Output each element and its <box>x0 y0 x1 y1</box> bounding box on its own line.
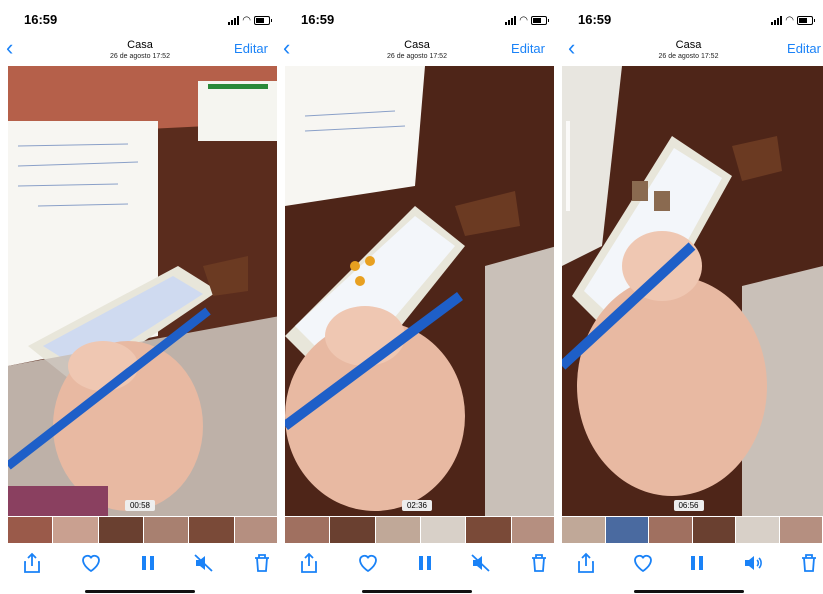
scrubber-thumbnail <box>189 517 235 543</box>
album-title: Casa <box>675 39 702 51</box>
scrubber-thumbnail <box>143 517 190 543</box>
status-icons: ◠ <box>771 14 815 26</box>
status-icons: ◠ <box>505 14 549 26</box>
video-frame[interactable] <box>562 66 823 516</box>
wifi-icon: ◠ <box>519 14 528 26</box>
signal-icon <box>228 15 240 25</box>
nav-bar: ‹ Casa 26 de agosto 17:52 Editar <box>0 36 280 66</box>
edit-button[interactable]: Editar <box>234 41 268 56</box>
pause-icon[interactable] <box>136 551 160 575</box>
toolbar <box>0 545 280 581</box>
scrubber-thumbnail <box>511 517 557 543</box>
scrubber-thumbnail <box>375 517 421 543</box>
nav-bar: ‹ Casa 26 de agosto 17:52 Editar <box>277 36 557 66</box>
home-indicator <box>362 590 472 593</box>
speaker-muted-icon[interactable] <box>192 551 216 575</box>
battery-icon <box>797 15 815 25</box>
scrubber-thumbnail <box>8 517 54 543</box>
toolbar <box>554 545 823 581</box>
trash-icon[interactable] <box>527 551 551 575</box>
speaker-muted-icon[interactable] <box>469 551 493 575</box>
wifi-icon: ◠ <box>242 14 251 26</box>
scrubber-thumbnail <box>330 517 376 543</box>
video-viewer-panel-3: 16:59 ◠ ‹ Casa 26 de agosto 17:52 Editar <box>554 0 823 594</box>
speaker-on-icon[interactable] <box>741 551 765 575</box>
video-viewer-panel-1: 16:59 ◠ ‹ Casa 26 de agosto 17:52 Editar <box>0 0 280 594</box>
scrubber-thumbnail <box>234 517 280 543</box>
status-time: 16:59 <box>578 12 612 27</box>
date-subtitle: 26 de agosto 17:52 <box>658 53 719 60</box>
share-icon[interactable] <box>297 551 321 575</box>
home-indicator <box>633 590 744 593</box>
scrubber-thumbnail <box>649 517 693 543</box>
home-indicator <box>85 590 195 593</box>
scrubber-thumbnail <box>98 517 144 543</box>
video-frame[interactable] <box>285 66 557 516</box>
trash-icon[interactable] <box>250 551 274 575</box>
scrubber-thumbnail <box>779 517 823 543</box>
scrubber-thumbnail <box>285 517 331 543</box>
scrubber-thumbnail <box>420 517 467 543</box>
toolbar <box>277 545 557 581</box>
edit-button[interactable]: Editar <box>787 41 821 56</box>
header-title-group: Casa 26 de agosto 17:52 <box>554 40 823 62</box>
scrubber-thumbnail <box>736 517 780 543</box>
status-time: 16:59 <box>301 12 335 27</box>
video-timestamp: 06:56 <box>673 500 704 511</box>
edit-button[interactable]: Editar <box>511 41 545 56</box>
wifi-icon: ◠ <box>785 14 794 26</box>
status-icons: ◠ <box>228 14 272 26</box>
share-icon[interactable] <box>574 551 598 575</box>
video-viewer-panel-2: 16:59 ◠ ‹ Casa 26 de agosto 17:52 Editar <box>277 0 557 594</box>
scrubber-thumbnail <box>562 517 606 543</box>
video-timestamp: 02:36 <box>401 500 433 511</box>
pause-icon[interactable] <box>413 551 437 575</box>
status-time: 16:59 <box>24 12 58 27</box>
heart-icon[interactable] <box>79 551 103 575</box>
video-scrubber[interactable] <box>562 517 823 543</box>
heart-icon[interactable] <box>356 551 380 575</box>
scrubber-thumbnail <box>466 517 512 543</box>
signal-icon <box>505 15 517 25</box>
share-icon[interactable] <box>20 551 44 575</box>
video-timestamp: 00:58 <box>124 500 156 511</box>
heart-icon[interactable] <box>631 551 655 575</box>
scrubber-thumbnail <box>605 517 649 543</box>
battery-icon <box>254 15 272 25</box>
pause-icon[interactable] <box>685 551 709 575</box>
video-scrubber[interactable] <box>285 517 557 543</box>
trash-icon[interactable] <box>797 551 821 575</box>
signal-icon <box>771 15 783 25</box>
battery-icon <box>531 15 549 25</box>
video-scrubber[interactable] <box>8 517 280 543</box>
nav-bar: ‹ Casa 26 de agosto 17:52 Editar <box>554 36 823 66</box>
scrubber-thumbnail <box>692 517 736 543</box>
scrubber-thumbnail <box>53 517 99 543</box>
video-frame[interactable] <box>8 66 280 516</box>
